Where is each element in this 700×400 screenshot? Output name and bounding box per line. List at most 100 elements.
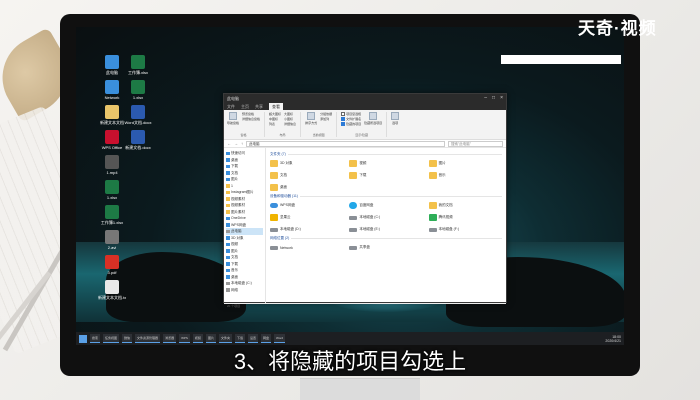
title-bar[interactable]: 此电脑 – □ × (224, 94, 506, 103)
explorer-item[interactable]: 腾讯视频 (428, 213, 502, 222)
button-label: 列表 (269, 122, 276, 126)
nav-item[interactable]: 网络 (226, 287, 263, 294)
section-header[interactable]: 设备和驱动器 (11) (270, 194, 502, 199)
item-grid: 3D 对象 视频 图片文档 下载 音乐桌面 (270, 159, 502, 192)
tab-view[interactable]: 查看 (269, 103, 283, 110)
explorer-item[interactable]: WPS网盘 (270, 201, 343, 210)
taskbar-button[interactable]: 搜索 (90, 334, 101, 343)
back-arrow-icon[interactable]: ← (227, 141, 231, 146)
desktop-icon[interactable]: 1.xlsx (98, 180, 126, 200)
layout-large-icons[interactable]: 大图标 (284, 112, 296, 116)
group-by-button[interactable]: 分组依据 (320, 112, 332, 116)
item-checkboxes-option[interactable]: 项目复选框 (341, 112, 361, 116)
location-icon (226, 275, 230, 279)
taskbar-button[interactable]: 图片 (205, 334, 216, 343)
explorer-item[interactable]: 百度网盘 (349, 201, 422, 210)
desktop-icon[interactable]: 新建文本文档 (98, 105, 126, 125)
taskbar-button[interactable]: 下载 (234, 334, 245, 343)
explorer-item[interactable]: 图片 (428, 159, 502, 168)
hide-selected-button[interactable]: 隐藏所选项目 (364, 112, 382, 125)
taskbar-button[interactable]: 文件夹 (218, 334, 232, 343)
minimize-button[interactable]: – (484, 94, 487, 103)
explorer-item[interactable]: 我的文档 (428, 201, 502, 210)
explorer-item[interactable]: 下载 (349, 171, 422, 180)
taskbar-button[interactable]: 任务视图 (103, 334, 120, 343)
hidden-items-option[interactable]: 隐藏的项目 (341, 122, 361, 126)
folder-icon (226, 184, 230, 188)
navigation-pane-button[interactable]: 导航窗格 (227, 112, 239, 125)
desktop-icon[interactable]: 1.mp4 (98, 155, 126, 175)
explorer-item[interactable]: 共享盘 (349, 243, 422, 252)
section-header[interactable]: 文件夹 (7) (270, 152, 502, 157)
sort-by-button[interactable]: 排序方式 (305, 112, 317, 125)
forward-arrow-icon[interactable]: → (234, 141, 238, 146)
taskbar-button[interactable]: 网盘 (261, 334, 272, 343)
layout-details[interactable]: 详细信息 (284, 122, 296, 126)
maximize-button[interactable]: □ (492, 94, 495, 103)
preview-pane-button[interactable]: 预览窗格 (242, 112, 260, 116)
checkbox-checked[interactable] (341, 122, 346, 126)
desktop-icon[interactable]: 新建文本文档.txt (98, 280, 126, 300)
tab-home[interactable]: 主页 (241, 103, 249, 110)
add-columns-button[interactable]: 添加列 (320, 117, 332, 121)
desktop-icon-label: 工作簿1.xlsx (100, 220, 124, 225)
explorer-item[interactable]: 本地磁盘 (D:) (270, 225, 343, 234)
taskbar-button[interactable]: 设置 (247, 334, 258, 343)
explorer-item[interactable]: 本地磁盘 (F:) (428, 225, 502, 234)
taskbar-button[interactable]: 文件资源管理器 (135, 334, 161, 343)
location-icon (226, 229, 230, 233)
explorer-item[interactable]: 音乐 (428, 171, 502, 180)
details-pane-button[interactable]: 详细信息窗格 (242, 117, 260, 121)
taskbar-button[interactable]: 视频 (192, 334, 203, 343)
explorer-item[interactable]: 本地磁盘 (C:) (349, 213, 422, 222)
explorer-item[interactable]: Network (270, 243, 343, 252)
layout-small-icons[interactable]: 小图标 (284, 117, 296, 121)
desktop-icon[interactable]: 2.avi (98, 230, 126, 250)
desktop-icon[interactable]: 1.xlsx (124, 80, 152, 100)
redaction-bar (501, 55, 621, 64)
item-label: 百度网盘 (359, 203, 374, 207)
address-bar[interactable]: 此电脑 (246, 140, 445, 147)
tab-file[interactable]: 文件 (227, 103, 235, 110)
tab-share[interactable]: 共享 (255, 103, 263, 110)
file-extensions-option[interactable]: 文件扩展名 (341, 117, 361, 121)
button-label: 添加列 (320, 117, 330, 121)
explorer-item[interactable]: 坚果云 (270, 213, 343, 222)
taskbar-button[interactable]: 浏览器 (163, 334, 177, 343)
explorer-item[interactable]: 3D 对象 (270, 159, 343, 168)
layout-list[interactable]: 列表 (269, 122, 281, 126)
explorer-item[interactable]: 视频 (349, 159, 422, 168)
explorer-item[interactable]: 本地磁盘 (E:) (349, 225, 422, 234)
desktop-icon[interactable]: 新建文档.docx (124, 130, 152, 150)
start-button[interactable] (79, 334, 87, 343)
layout-medium-icons[interactable]: 中图标 (269, 117, 281, 121)
section-header[interactable]: 网络位置 (2) (270, 236, 502, 241)
taskbar-button[interactable]: WPS (179, 334, 190, 343)
desktop-icon[interactable]: WPS Office (98, 130, 126, 150)
layout-xl-icons[interactable]: 超大图标 (269, 112, 281, 116)
up-arrow-icon[interactable]: ↑ (241, 141, 243, 146)
taskbar-button[interactable]: 微信 (122, 334, 133, 343)
system-clock[interactable]: 18:00 2020/4/21 (605, 335, 621, 343)
explorer-item[interactable]: 文档 (270, 171, 343, 180)
file-explorer-window[interactable]: 此电脑 – □ × 文件 主页 共享 查看 导航窗格 预览窗格 详细信息窗格 窗… (223, 93, 507, 308)
desktop-icon[interactable]: Word文档.docx (124, 105, 152, 125)
close-button[interactable]: × (500, 94, 503, 103)
options-button[interactable]: 选项 (391, 112, 400, 137)
explorer-item[interactable]: 桌面 (270, 183, 343, 192)
search-input[interactable]: 搜索"此电脑" (448, 140, 503, 147)
desktop-icon[interactable]: Network (98, 80, 126, 100)
subtitle-caption: 3、将隐藏的项目勾选上 (233, 349, 467, 374)
desktop-icon[interactable]: 工作簿1.xlsx (98, 205, 126, 225)
checkbox[interactable] (341, 112, 346, 116)
sort-icon (307, 112, 316, 120)
button-label: 排序方式 (305, 121, 318, 125)
desktop-icon[interactable]: 此电脑 (98, 55, 126, 75)
file-icon (105, 205, 119, 219)
desktop-icon[interactable]: 3.pdf (98, 255, 126, 275)
desktop-screen: 此电脑 Network 新建文本文档 WPS Office 1.mp4 1.xlsx 工作簿… (76, 27, 624, 345)
folder-icon (226, 203, 230, 207)
desktop-icon[interactable]: 工作簿.xlsx (124, 55, 152, 75)
checkbox-checked[interactable] (341, 117, 346, 121)
taskbar-button[interactable]: Word (274, 334, 286, 343)
